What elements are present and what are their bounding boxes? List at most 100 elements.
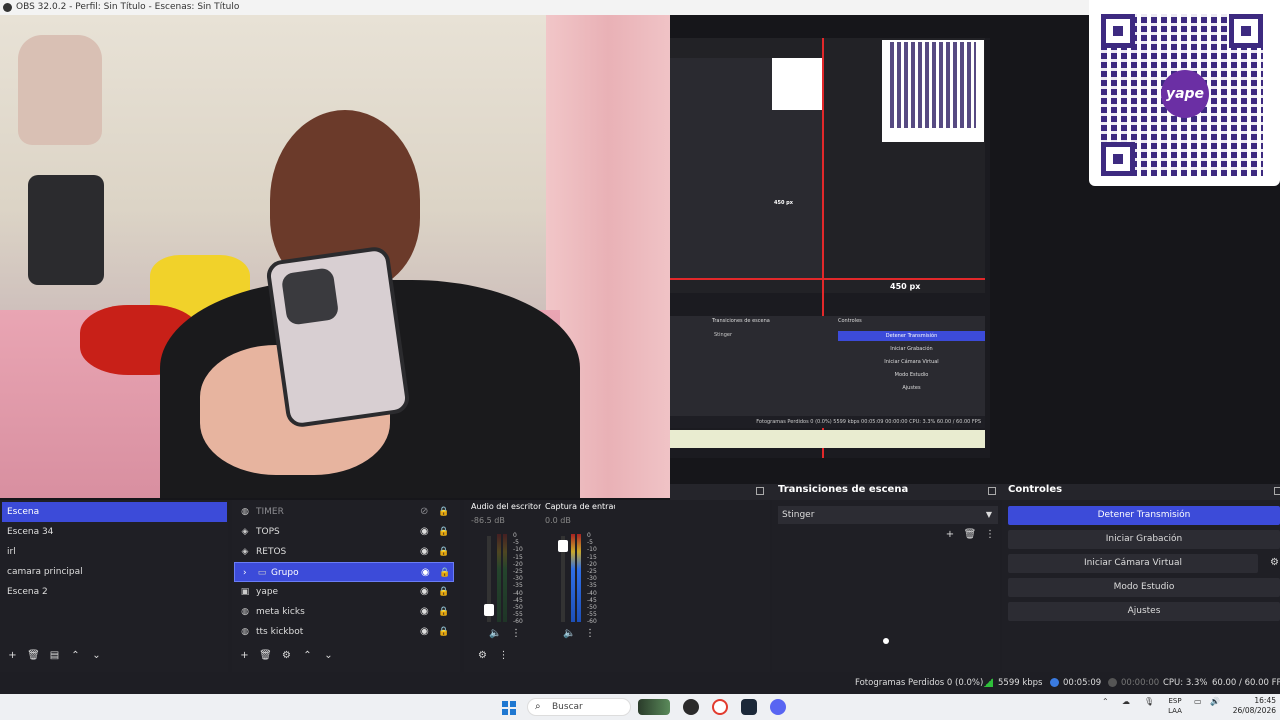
scene-item[interactable]: Escena 2 xyxy=(2,582,227,602)
meter-tick: -45 xyxy=(513,596,523,604)
scene-item[interactable]: irl xyxy=(2,542,227,562)
eye-hidden-icon[interactable]: ⊘ xyxy=(420,502,428,522)
mixer-db: 0.0 dB xyxy=(545,516,571,525)
fader-knob[interactable] xyxy=(484,604,494,616)
obs-logo-icon xyxy=(3,3,12,12)
volume-icon[interactable]: 🔊 xyxy=(1210,697,1220,706)
move-up-icon[interactable]: ⌃ xyxy=(297,650,318,661)
nested-size-label-small: 450 px xyxy=(774,200,793,206)
steam-icon[interactable] xyxy=(741,699,757,715)
source-item-group[interactable]: › ▭ Grupo ◉ 🔒 xyxy=(234,562,454,582)
transition-toolbar: + 🗑 ⋮ xyxy=(940,529,1000,540)
source-label: meta kicks xyxy=(256,607,305,617)
microphone-icon[interactable]: 🎙 xyxy=(1144,697,1154,706)
dock-float-icon[interactable] xyxy=(756,487,764,495)
trash-icon[interactable]: 🗑 xyxy=(960,529,980,540)
lock-icon[interactable]: 🔒 xyxy=(438,542,449,562)
program-preview[interactable]: 450 px 450 px Transiciones de escena Con… xyxy=(0,0,1280,500)
network-icon[interactable]: ▭ xyxy=(1194,697,1202,706)
start-recording-button[interactable]: Iniciar Grabación xyxy=(1008,530,1280,549)
source-item[interactable]: ◈ TOPS ◉ 🔒 xyxy=(234,522,454,542)
meter-tick: -25 xyxy=(587,568,597,576)
eye-icon[interactable]: ◉ xyxy=(420,522,429,542)
cloud-icon[interactable]: ☁ xyxy=(1122,697,1130,706)
meter-tick: -60 xyxy=(587,618,597,626)
scene-item[interactable]: Escena 34 xyxy=(2,522,227,542)
add-icon[interactable]: + xyxy=(234,650,255,661)
virtual-camera-button[interactable]: Iniciar Cámara Virtual xyxy=(1008,554,1258,573)
kebab-menu-icon[interactable]: ⋮ xyxy=(585,628,595,639)
add-icon[interactable]: + xyxy=(2,650,23,661)
eye-icon[interactable]: ◉ xyxy=(420,602,429,622)
volume-fader[interactable] xyxy=(484,536,494,622)
trash-icon[interactable]: 🗑 xyxy=(23,650,44,661)
gear-icon[interactable]: ⚙ xyxy=(1270,557,1279,568)
source-item[interactable]: ◍ meta kicks ◉ 🔒 xyxy=(234,602,454,622)
folder-icon: ▭ xyxy=(257,568,267,578)
move-down-icon[interactable]: ⌄ xyxy=(86,650,107,661)
move-down-icon[interactable]: ⌄ xyxy=(318,650,339,661)
dock-float-icon[interactable] xyxy=(988,487,996,495)
speaker-icon[interactable]: 🔈 xyxy=(489,628,501,639)
chevron-up-icon[interactable]: ⌃ xyxy=(1102,697,1109,706)
widget-icon[interactable] xyxy=(638,699,670,715)
kebab-menu-icon[interactable]: ⋮ xyxy=(493,650,514,661)
dropped-frames: Fotogramas Perdidos 0 (0.0%) xyxy=(855,678,984,688)
source-item[interactable]: ◍ tts kickbot ◉ 🔒 xyxy=(234,622,454,642)
source-item[interactable]: ▣ yape ◉ 🔒 xyxy=(234,582,454,602)
eye-icon[interactable]: ◉ xyxy=(420,582,429,602)
meter-tick: -40 xyxy=(587,589,597,597)
nested-qr xyxy=(882,40,984,142)
lock-icon[interactable]: 🔒 xyxy=(438,582,449,602)
meter-tick: -40 xyxy=(513,589,523,597)
filter-icon[interactable]: ▤ xyxy=(44,650,65,661)
language-indicator[interactable]: ESP LAA xyxy=(1166,696,1184,716)
stream-icon xyxy=(1050,678,1059,687)
gear-icon[interactable]: ⚙ xyxy=(276,650,297,661)
globe-icon: ◍ xyxy=(241,627,249,637)
obs-app-icon[interactable] xyxy=(683,699,699,715)
speaker-icon[interactable]: 🔈 xyxy=(563,628,575,639)
fader-knob[interactable] xyxy=(558,540,568,552)
globe-icon: ◍ xyxy=(241,507,249,517)
mixer-settings-icon[interactable]: ⚙ xyxy=(472,650,493,661)
mini-qr xyxy=(772,58,822,110)
nested-studio-mode: Modo Estudio xyxy=(894,372,929,378)
volume-fader[interactable] xyxy=(558,536,568,622)
webcam-feed xyxy=(0,15,670,498)
lock-icon[interactable]: 🔒 xyxy=(438,522,449,542)
scene-item[interactable]: camara principal xyxy=(2,562,227,582)
settings-button[interactable]: Ajustes xyxy=(1008,602,1280,621)
source-item[interactable]: ◍ TIMER ⊘ 🔒 xyxy=(234,502,454,522)
scene-item[interactable]: Escena xyxy=(2,502,227,522)
meter-tick: -50 xyxy=(587,604,597,612)
add-icon[interactable]: + xyxy=(940,529,960,540)
discord-icon[interactable] xyxy=(770,699,786,715)
source-item[interactable]: ◈ RETOS ◉ 🔒 xyxy=(234,542,454,562)
eye-icon[interactable]: ◉ xyxy=(420,622,429,642)
move-up-icon[interactable]: ⌃ xyxy=(65,650,86,661)
nested-start-recording: Iniciar Grabación xyxy=(890,346,933,352)
kebab-menu-icon[interactable]: ⋮ xyxy=(511,628,521,639)
lock-icon[interactable]: 🔒 xyxy=(438,502,449,522)
lock-icon[interactable]: 🔒 xyxy=(438,602,449,622)
studio-mode-button[interactable]: Modo Estudio xyxy=(1008,578,1280,597)
source-label: RETOS xyxy=(256,547,287,557)
lock-icon[interactable]: 🔒 xyxy=(438,622,449,642)
clock[interactable]: 16:45 26/08/2026 xyxy=(1230,696,1276,716)
lock-icon[interactable]: 🔒 xyxy=(439,563,450,583)
eye-icon[interactable]: ◉ xyxy=(420,542,429,562)
taskbar-search[interactable]: ⌕ Buscar xyxy=(527,698,631,716)
stop-stream-button[interactable]: Detener Transmisión xyxy=(1008,506,1280,525)
opera-icon[interactable] xyxy=(712,699,728,715)
qr-finder-icon xyxy=(1101,14,1135,48)
chevron-right-icon[interactable]: › xyxy=(243,563,247,583)
mixer-db: -86.5 dB xyxy=(471,516,505,525)
windows-start-icon[interactable] xyxy=(502,701,516,715)
eye-icon[interactable]: ◉ xyxy=(421,563,430,583)
dock-float-icon[interactable] xyxy=(1274,487,1280,495)
transition-select[interactable]: Stinger ▼ xyxy=(778,506,998,524)
kebab-menu-icon[interactable]: ⋮ xyxy=(980,529,1000,540)
mouse-cursor xyxy=(883,638,889,644)
trash-icon[interactable]: 🗑 xyxy=(255,650,276,661)
